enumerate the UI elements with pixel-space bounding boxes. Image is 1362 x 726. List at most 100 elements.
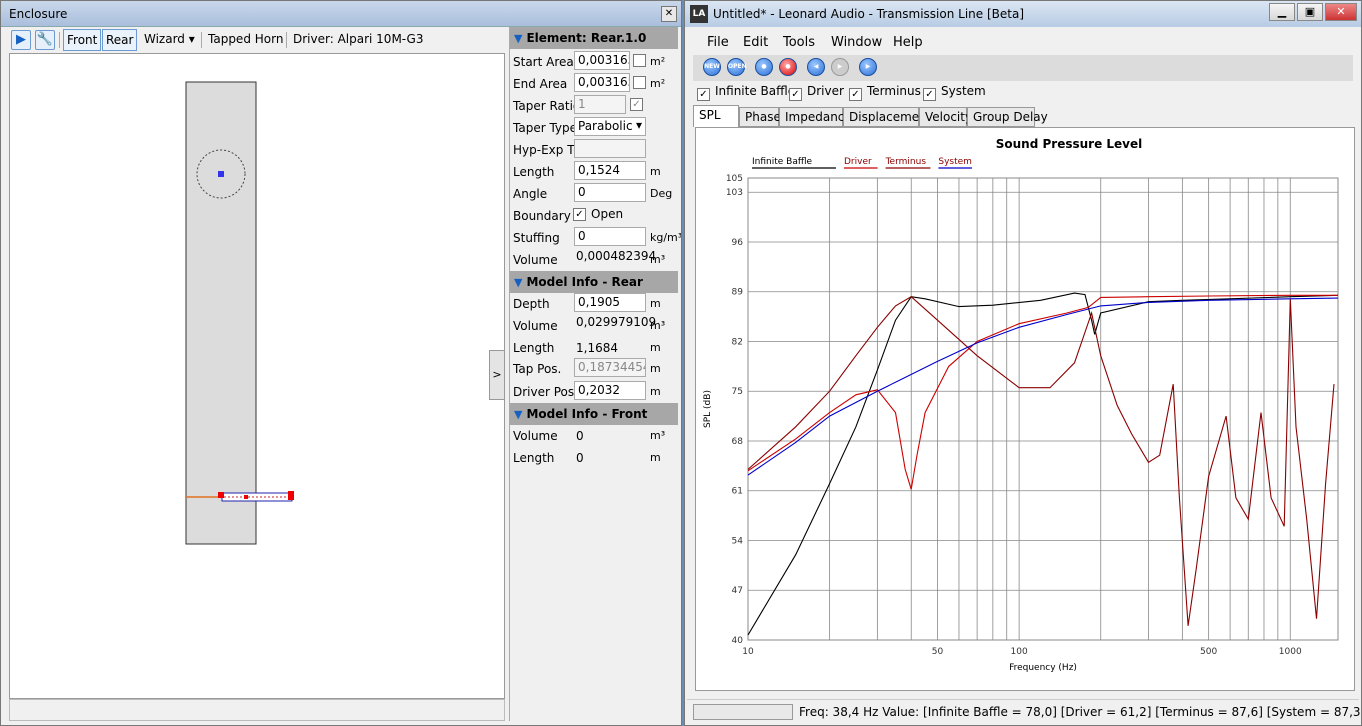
y-tick-label: 47 <box>732 586 743 596</box>
menu-edit[interactable]: Edit <box>743 35 768 50</box>
y-tick-label: 103 <box>726 188 743 198</box>
volume-label: Volume <box>513 253 558 267</box>
check-system[interactable]: ✓ System <box>923 84 986 101</box>
checkbox-checked[interactable]: ✓ <box>923 88 936 101</box>
enclosure-window: Enclosure ✕ ▶ 🔧 Front Rear Wizard ▾ Tapp… <box>0 0 682 726</box>
element-section-header[interactable]: ▼ Element: Rear.1.0 <box>510 27 678 49</box>
checkbox-checked[interactable]: ✓ <box>849 88 862 101</box>
tap-pos-input[interactable]: 0,1873445436 <box>574 358 646 377</box>
legend-entry[interactable]: Driver <box>844 157 872 167</box>
legend-entry[interactable]: System <box>938 157 972 167</box>
rear-volume-unit: m³ <box>650 319 666 332</box>
element-mid-handle[interactable] <box>244 495 248 499</box>
stuffing-input[interactable]: 0 <box>574 227 646 246</box>
horizontal-scrollbar[interactable] <box>9 699 505 721</box>
menu-help[interactable]: Help <box>893 35 923 50</box>
close-icon[interactable]: ✕ <box>1325 3 1357 21</box>
rear-section-header[interactable]: ▼ Model Info - Rear <box>510 271 678 293</box>
menu-window[interactable]: Window <box>831 35 882 50</box>
depth-input[interactable]: 0,1905 <box>574 293 646 312</box>
close-icon[interactable]: ✕ <box>661 6 677 22</box>
plot-area[interactable] <box>747 177 1339 641</box>
panel-expander-button[interactable]: > <box>489 350 505 400</box>
check-infinite-baffle[interactable]: ✓ Infinite Baffle <box>697 84 795 101</box>
tab-phase[interactable]: Phase <box>739 107 781 127</box>
play-icon[interactable]: ▶ <box>859 58 877 76</box>
rear-length-unit: m <box>650 341 661 354</box>
hyp-exp-input[interactable] <box>574 139 646 158</box>
taper-ratio-checkbox[interactable]: ✓ <box>630 98 643 111</box>
spl-chart[interactable]: 40 47 54 61 68 75 82 89 96 103 105 10 50 100 500 1000 So… <box>696 128 1354 690</box>
menu-tools[interactable]: Tools <box>783 35 815 50</box>
boundary-checkbox[interactable]: ✓ <box>573 208 586 221</box>
length-input[interactable]: 0,1524 <box>574 161 646 180</box>
leonard-audio-window: LA Untitled* - Leonard Audio - Transmiss… <box>684 0 1362 726</box>
dropdown-arrow-icon: ▾ <box>635 118 642 132</box>
element-start-handle[interactable] <box>218 492 224 498</box>
check-terminus[interactable]: ✓ Terminus <box>849 84 921 101</box>
start-area-input[interactable]: 0,0031653 <box>574 51 630 70</box>
rear-view-button[interactable]: Rear <box>102 29 138 51</box>
x-axis-label: Frequency (Hz) <box>1009 663 1077 673</box>
leonard-title-bar: LA Untitled* - Leonard Audio - Transmiss… <box>685 1 1361 27</box>
new-icon[interactable]: NEW <box>703 58 721 76</box>
wrench-icon[interactable]: 🔧 <box>35 30 55 50</box>
app-logo: LA <box>690 5 708 23</box>
taper-type-select[interactable]: Parabolic ▾ <box>574 117 646 136</box>
y-tick-label: 105 <box>726 174 743 184</box>
check-driver[interactable]: ✓ Driver <box>789 84 844 101</box>
leonard-title: Untitled* - Leonard Audio - Transmission… <box>713 7 1024 21</box>
tap-pos-label: Tap Pos. <box>513 362 562 376</box>
tab-group-delay[interactable]: Group Delay <box>967 107 1048 127</box>
collapse-icon: ▼ <box>514 32 523 45</box>
end-area-input[interactable]: 0,0031653 <box>574 73 630 92</box>
check-system-label: System <box>941 84 986 98</box>
legend-entry[interactable]: Terminus <box>885 157 927 167</box>
boundary-value: Open <box>591 207 624 221</box>
tapped-horn-label: Tapped Horn <box>208 32 284 46</box>
depth-label: Depth <box>513 297 550 311</box>
stuffing-unit: kg/m³ <box>650 231 682 244</box>
legend-entry[interactable]: Infinite Baffle <box>752 157 813 167</box>
front-view-button[interactable]: Front <box>63 29 102 51</box>
checkbox-checked[interactable]: ✓ <box>697 88 710 101</box>
x-tick-label: 1000 <box>1279 647 1302 657</box>
wizard-menu-button[interactable]: Wizard ▾ <box>141 29 198 51</box>
chevron-down-icon: ▾ <box>188 32 195 46</box>
x-tick-label: 10 <box>742 647 754 657</box>
enclosure-body[interactable] <box>185 81 257 545</box>
front-length-label: Length <box>513 451 555 465</box>
maximize-icon[interactable]: ▣ <box>1297 3 1323 21</box>
front-section-header[interactable]: ▼ Model Info - Front <box>510 403 678 425</box>
collapse-icon: ▼ <box>514 276 523 289</box>
enclosure-canvas[interactable] <box>9 53 505 699</box>
driver-pos-input[interactable]: 0,2032 <box>574 381 646 400</box>
tab-impedance[interactable]: Impedance <box>779 107 852 127</box>
record-blue-icon[interactable]: ● <box>755 58 773 76</box>
driver-pos-unit: m <box>650 385 661 398</box>
menu-file[interactable]: File <box>707 35 729 50</box>
step-forward-icon[interactable]: ▶ <box>831 58 849 76</box>
play-icon[interactable]: ▶ <box>11 30 31 50</box>
tab-velocity[interactable]: Velocity <box>919 107 972 127</box>
collapse-icon: ▼ <box>514 408 523 421</box>
rear-volume-value: 0,029979109 <box>576 315 657 329</box>
tab-displacement[interactable]: Displacement <box>843 107 932 127</box>
checkbox-checked[interactable]: ✓ <box>789 88 802 101</box>
start-area-checkbox[interactable] <box>633 54 646 67</box>
tab-spl[interactable]: SPL <box>693 105 739 127</box>
record-red-icon[interactable]: ● <box>779 58 797 76</box>
minimize-icon[interactable]: ▁ <box>1269 3 1295 21</box>
y-tick-label: 40 <box>732 636 744 646</box>
step-back-icon[interactable]: ◀ <box>807 58 825 76</box>
driver-handle[interactable] <box>218 171 224 177</box>
end-area-checkbox[interactable] <box>633 76 646 89</box>
enclosure-drawing <box>185 81 294 545</box>
taper-type-value: Parabolic <box>578 119 633 133</box>
open-icon[interactable]: OPEN <box>727 58 747 76</box>
element-end-handle[interactable] <box>288 491 294 500</box>
taper-ratio-input[interactable]: 1 <box>574 95 626 114</box>
angle-input[interactable]: 0 <box>574 183 646 202</box>
y-tick-label: 89 <box>732 288 744 298</box>
separator <box>59 32 60 48</box>
